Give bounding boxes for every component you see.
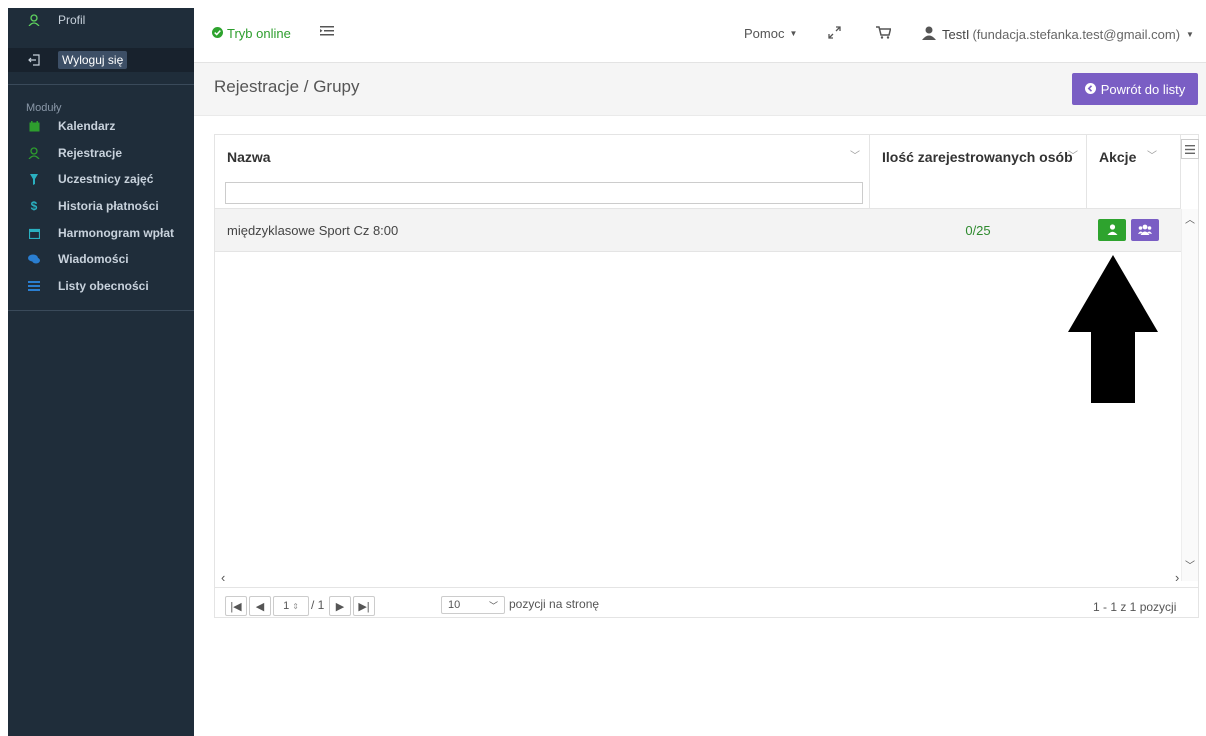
chevron-down-icon[interactable]: ﹀ xyxy=(1147,147,1157,162)
sidebar-item-label: Historia płatności xyxy=(58,199,159,213)
prev-page-icon[interactable]: ◀ xyxy=(249,596,271,616)
column-label: Nazwa xyxy=(227,149,271,165)
row-actions xyxy=(1098,209,1159,251)
scroll-up-icon[interactable]: ︿ xyxy=(1185,211,1195,226)
register-group-button[interactable] xyxy=(1131,219,1159,241)
groups-grid: Nazwa ﹀ Ilość zarejestrowanych osób ﹀ Ak… xyxy=(214,134,1199,618)
spinner-icon: ⇕ xyxy=(292,601,299,611)
user-name: TestI xyxy=(942,27,970,42)
sidebar-item-label: Profil xyxy=(58,13,86,27)
vertical-scrollbar[interactable]: ︿ ﹀ xyxy=(1181,209,1198,581)
calendar-icon xyxy=(26,228,42,239)
list-icon xyxy=(26,281,42,291)
sidebar-item-harmonogram[interactable]: Harmonogram wpłat xyxy=(8,221,194,245)
help-label: Pomoc xyxy=(744,26,785,41)
page-number-value: 1 xyxy=(283,600,290,612)
row-name: międzyklasowe Sport Cz 8:00 xyxy=(227,222,399,238)
page-header: Rejestracje / Grupy Powrót do listy xyxy=(194,63,1206,116)
sidebar-item-label: Rejestracje xyxy=(58,146,123,160)
help-menu[interactable]: Pomoc ▼ xyxy=(744,26,797,41)
column-label: Akcje xyxy=(1099,149,1137,165)
sidebar-item-logout[interactable]: Wyloguj się xyxy=(8,48,194,72)
breadcrumb: Rejestracje / Grupy xyxy=(214,77,360,96)
page-size-select[interactable]: 10 ﹀ xyxy=(441,596,505,614)
sidebar-divider xyxy=(8,310,194,311)
users-icon xyxy=(1138,223,1152,238)
arrow-circle-left-icon xyxy=(1084,82,1096,97)
sidebar-item-label: Uczestnicy zajęć xyxy=(58,172,154,186)
logout-tooltip: Wyloguj się xyxy=(58,51,128,69)
online-label: Tryb online xyxy=(227,26,291,41)
name-filter-input[interactable] xyxy=(225,182,863,204)
back-to-list-button[interactable]: Powrót do listy xyxy=(1072,73,1198,105)
chevron-down-icon[interactable]: ﹀ xyxy=(850,147,860,162)
fullscreen-icon[interactable] xyxy=(828,26,841,39)
logout-icon xyxy=(26,54,42,66)
check-circle-icon xyxy=(212,26,223,41)
column-menu-icon[interactable] xyxy=(1181,139,1199,159)
pager-info: 1 - 1 z 1 pozycji xyxy=(1093,600,1177,614)
next-page-icon[interactable]: ▶ xyxy=(329,596,351,616)
sidebar-item-uczestnicy[interactable]: Uczestnicy zajęć xyxy=(8,167,194,191)
calendar-icon xyxy=(26,120,42,132)
sidebar: Profil Wyloguj się Moduły Kalendarz Reje… xyxy=(8,8,194,736)
column-header-count[interactable]: Ilość zarejestrowanych osób ﹀ xyxy=(870,135,1087,209)
scroll-right-icon[interactable]: › xyxy=(1175,570,1179,585)
user-icon xyxy=(26,147,42,159)
sidebar-item-label: Wiadomości xyxy=(58,252,129,266)
pin-icon xyxy=(26,173,42,185)
column-header-actions[interactable]: Akcje ﹀ xyxy=(1087,135,1181,209)
dollar-icon: $ xyxy=(30,199,38,213)
menu-toggle-icon[interactable] xyxy=(320,26,334,36)
user-icon xyxy=(922,26,936,43)
sidebar-item-kalendarz[interactable]: Kalendarz xyxy=(8,114,194,138)
sidebar-item-listy[interactable]: Listy obecności xyxy=(8,274,194,298)
chevron-down-icon: ﹀ xyxy=(488,600,498,611)
online-status[interactable]: Tryb online xyxy=(212,26,291,41)
caret-down-icon: ▼ xyxy=(789,29,798,38)
pager: |◀ ◀ 1 ⇕ / 1 ▶ ▶| 10 ﹀ pozycji na stronę… xyxy=(215,587,1198,618)
sidebar-divider xyxy=(8,84,194,85)
page-number-input[interactable]: 1 ⇕ xyxy=(273,596,309,616)
sidebar-item-profile[interactable]: Profil xyxy=(8,8,194,32)
page-size-label: pozycji na stronę xyxy=(509,597,600,611)
sidebar-item-label: Harmonogram wpłat xyxy=(58,226,175,240)
scroll-left-icon[interactable]: ‹ xyxy=(221,570,225,585)
modules-heading: Moduły xyxy=(26,102,62,114)
sidebar-item-label: Kalendarz xyxy=(58,119,116,133)
scroll-down-icon[interactable]: ﹀ xyxy=(1185,557,1195,572)
topbar: Tryb online Pomoc ▼ TestI (fundacja.stef… xyxy=(194,8,1206,63)
sidebar-item-wiadomosci[interactable]: Wiadomości xyxy=(8,247,194,271)
sidebar-item-label: Listy obecności xyxy=(58,279,149,293)
row-count: 0/25 xyxy=(965,222,991,238)
caret-down-icon: ▼ xyxy=(1186,30,1194,39)
total-pages: / 1 xyxy=(311,598,325,612)
last-page-icon[interactable]: ▶| xyxy=(353,596,375,616)
register-person-button[interactable] xyxy=(1098,219,1126,241)
sidebar-item-historia[interactable]: $ Historia płatności xyxy=(8,194,194,218)
first-page-icon[interactable]: |◀ xyxy=(225,596,247,616)
cart-icon[interactable] xyxy=(876,26,891,39)
column-header-nazwa[interactable]: Nazwa ﹀ xyxy=(215,135,870,209)
chat-icon xyxy=(26,254,42,264)
horizontal-scrollbar[interactable]: ‹ › xyxy=(215,570,1181,587)
user-email: (fundacja.stefanka.test@gmail.com) xyxy=(972,27,1181,42)
sidebar-item-rejestracje[interactable]: Rejestracje xyxy=(8,141,194,165)
user-menu[interactable]: TestI (fundacja.stefanka.test@gmail.com)… xyxy=(922,26,1194,43)
table-row[interactable]: międzyklasowe Sport Cz 8:00 0/25 xyxy=(215,209,1181,252)
column-label: Ilość zarejestrowanych osób xyxy=(882,149,1073,165)
back-button-label: Powrót do listy xyxy=(1100,81,1186,97)
user-icon xyxy=(1107,223,1118,238)
user-icon xyxy=(26,14,42,26)
annotation-arrow-icon xyxy=(1068,255,1158,408)
chevron-down-icon[interactable]: ﹀ xyxy=(1068,147,1078,162)
page-size-value: 10 xyxy=(448,599,461,611)
